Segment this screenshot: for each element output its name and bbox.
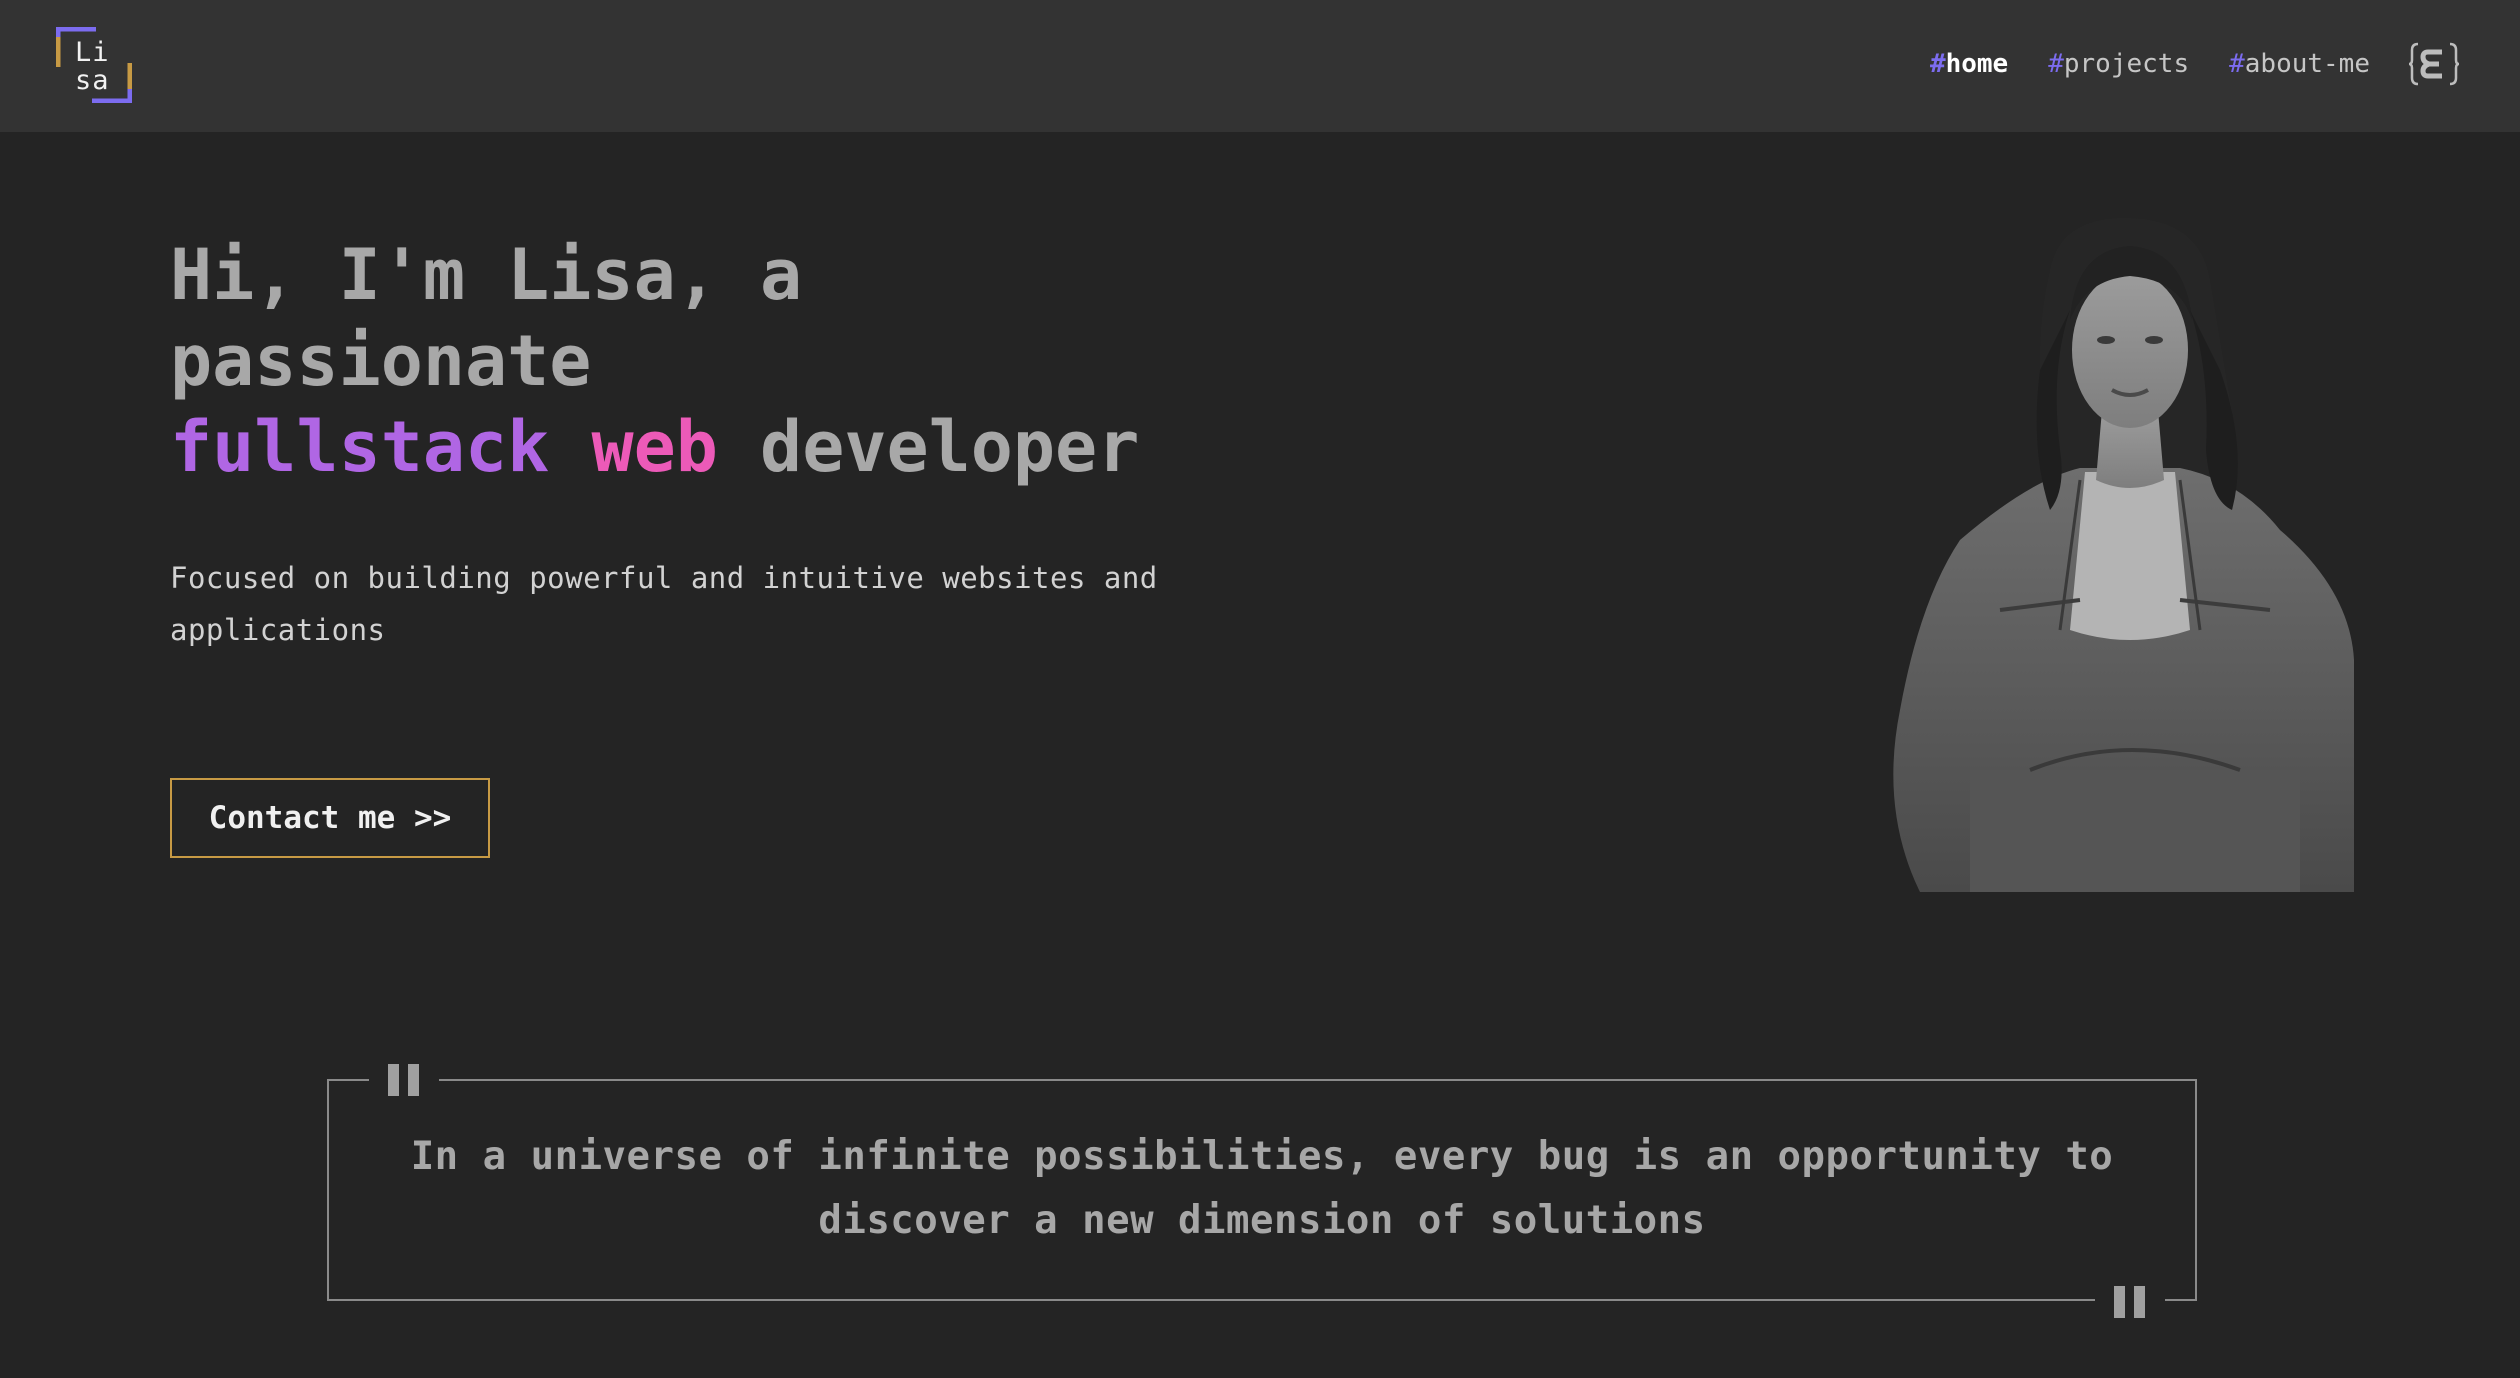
portrait-image: [1893, 217, 2354, 892]
quote-text: In a universe of infinite possibilities,…: [410, 1134, 2114, 1243]
logo-text: Li sa: [75, 37, 110, 96]
hero-subtitle: Focused on building powerful and intuiti…: [170, 561, 1158, 647]
quote-mark-icon: [2095, 1273, 2165, 1331]
highlight-web: web: [591, 406, 718, 488]
site-header: Li sa #home #projects #about-me: [0, 0, 2520, 132]
main-nav: #home #projects #about-me: [1930, 46, 2370, 82]
nav-item-home[interactable]: #home: [1930, 49, 2008, 79]
hero-title: Hi, I'm Lisa, a passionate fullstack web…: [170, 234, 1140, 488]
highlight-fullstack: fullstack: [170, 406, 550, 488]
contact-me-button[interactable]: Contact me >>: [170, 778, 490, 858]
nav-item-projects[interactable]: #projects: [2048, 49, 2189, 79]
language-switch-icon[interactable]: [2408, 40, 2460, 88]
site-logo[interactable]: Li sa: [56, 27, 132, 103]
nav-item-about-me[interactable]: #about-me: [2229, 49, 2370, 79]
quote-card: In a universe of infinite possibilities,…: [327, 1051, 2197, 1331]
quote-mark-icon: [369, 1051, 439, 1109]
